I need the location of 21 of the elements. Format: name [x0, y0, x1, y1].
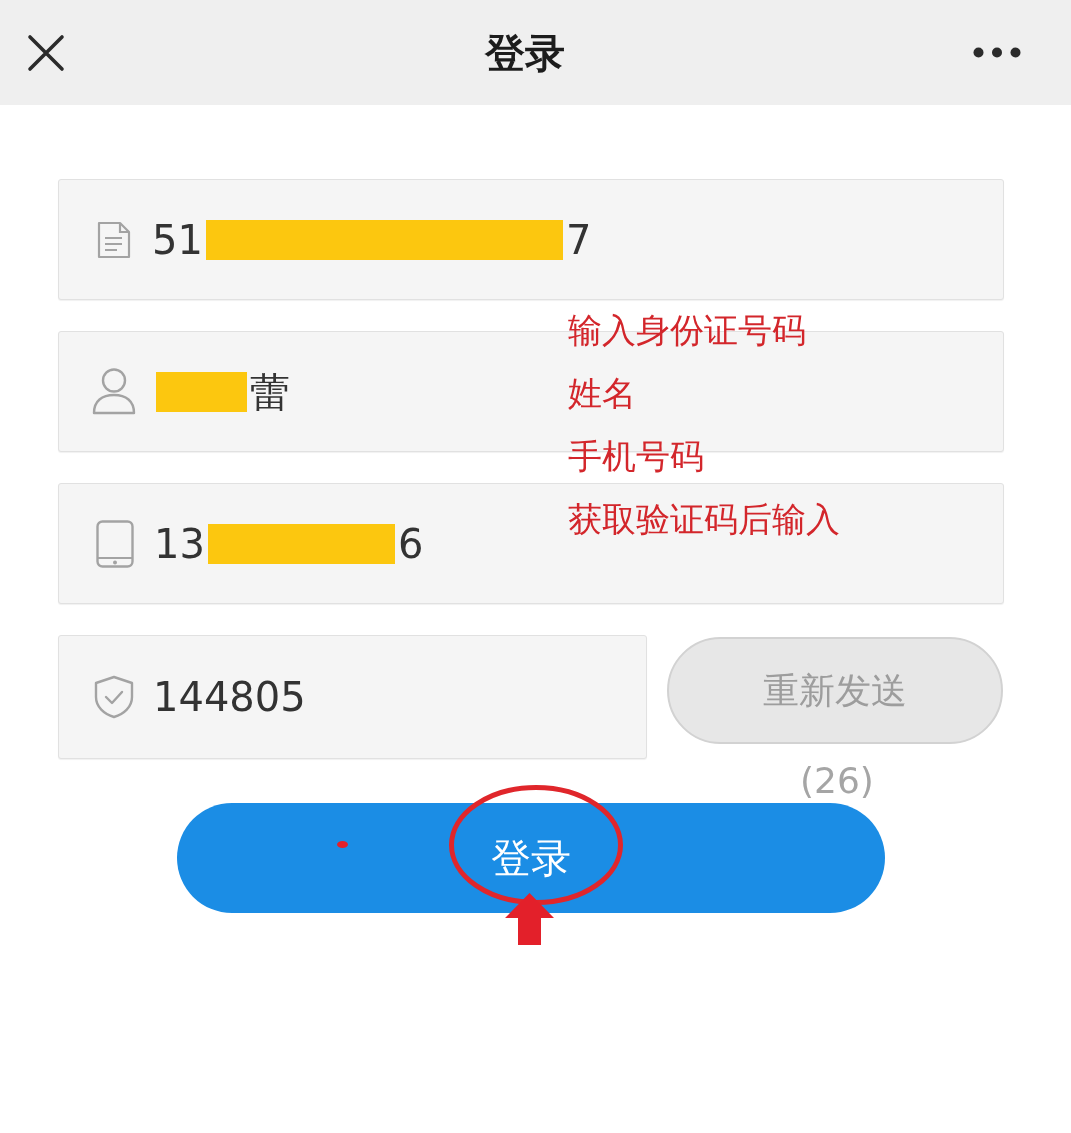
countdown-text: (26) — [800, 763, 874, 799]
document-icon — [97, 220, 131, 259]
input-field[interactable]: 144805 — [58, 635, 647, 759]
more-icon — [973, 47, 1021, 58]
field-value: 7 — [565, 219, 592, 260]
shield-check-icon — [94, 675, 134, 719]
input-field[interactable]: 51 7 — [58, 179, 1004, 300]
field-value: 6 — [397, 523, 424, 564]
person-icon — [92, 367, 136, 416]
field-value: 51 — [152, 219, 203, 260]
close-icon — [27, 33, 65, 72]
field-value: 蕾 — [250, 371, 290, 412]
pointer-arrow — [505, 893, 554, 945]
phone-icon — [96, 519, 134, 568]
annotation-dot — [337, 841, 348, 848]
field-value: 144805 — [153, 677, 306, 717]
annotation-note: 获取验证码后输入 — [568, 498, 840, 541]
field-value: 13 — [154, 523, 205, 564]
login-button[interactable]: 登录 — [177, 803, 885, 913]
page-title: 登录 — [484, 29, 565, 76]
annotation-note: 姓名 — [568, 372, 636, 415]
